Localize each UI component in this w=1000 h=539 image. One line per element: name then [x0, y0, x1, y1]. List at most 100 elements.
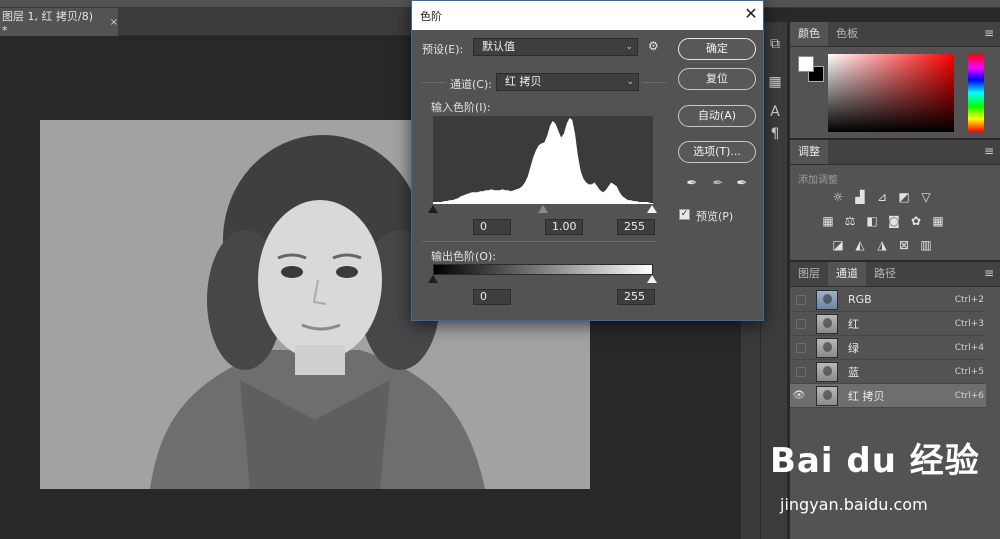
channel-shortcut: Ctrl+3 [954, 318, 984, 329]
output-shadow-slider[interactable] [428, 275, 438, 283]
hue-saturation-icon[interactable]: ▦ [820, 214, 836, 228]
divider [422, 241, 656, 242]
exposure-icon[interactable]: ◩ [896, 190, 912, 204]
threshold-icon[interactable]: ◮ [874, 238, 890, 252]
color-panel-header: 颜色 色板 ≡ [790, 22, 1000, 47]
gray-eyedropper-icon[interactable]: ✒ [710, 176, 726, 192]
panel-menu-icon[interactable]: ≡ [984, 144, 994, 158]
close-icon[interactable]: × [110, 17, 118, 28]
options-button[interactable]: 选项(T)... [678, 141, 756, 163]
input-highlight-field[interactable]: 255 [617, 219, 655, 235]
tab-adjustments[interactable]: 调整 [790, 140, 828, 164]
white-eyedropper-icon[interactable]: ✒ [734, 176, 750, 192]
paragraph-icon[interactable]: ¶ [765, 124, 785, 144]
swatches-icon[interactable]: ▦ [765, 72, 785, 92]
watermark: Bai du 经验 jingyan.baidu.com [760, 425, 1000, 535]
gradient-map-icon[interactable]: ▥ [918, 238, 934, 252]
eye-icon[interactable]: 👁 [790, 384, 808, 408]
color-picker-field[interactable] [828, 54, 954, 132]
output-levels-label: 输出色阶(O): [431, 250, 496, 263]
dialog-title: 色阶 [420, 10, 442, 23]
input-midtone-field[interactable]: 1.00 [545, 219, 583, 235]
input-shadow-slider[interactable] [428, 205, 438, 213]
channel-name: RGB [848, 293, 872, 306]
visibility-toggle[interactable] [790, 312, 808, 336]
output-highlight-field[interactable]: 255 [617, 289, 655, 305]
channel-group-line [642, 82, 666, 83]
reset-button[interactable]: 复位 [678, 68, 756, 90]
preset-select[interactable]: 默认值 ⌄ [473, 38, 638, 56]
channel-name: 蓝 [848, 365, 859, 379]
levels-dialog: 色阶 ✕ 预设(E): 默认值 ⌄ ⚙ 通道(C): 红 拷贝 ⌄ 输入色阶(I… [411, 0, 764, 321]
history-icon[interactable]: ⧉ [765, 34, 785, 54]
add-adjustment-hint: 添加调整 [798, 175, 838, 186]
visibility-toggle[interactable] [790, 360, 808, 384]
histogram-area [433, 118, 653, 204]
chevron-down-icon: ⌄ [625, 42, 633, 52]
channel-group-line [422, 82, 446, 83]
channels-panel-header: 图层 通道 路径 ≡ [790, 262, 1000, 287]
channel-row[interactable]: 绿 Ctrl+4 [790, 336, 986, 360]
input-levels-label: 输入色阶(I): [431, 101, 491, 114]
channel-name: 绿 [848, 341, 859, 355]
document-tab-title: 图层 1, 红 拷贝/8) * [2, 9, 93, 37]
tab-color[interactable]: 颜色 [790, 22, 828, 46]
preset-gear-icon[interactable]: ⚙ [648, 39, 659, 53]
channel-row[interactable]: 蓝 Ctrl+5 [790, 360, 986, 384]
visibility-toggle[interactable] [790, 288, 808, 312]
character-icon[interactable]: A [765, 102, 785, 122]
selective-color-icon[interactable]: ⊠ [896, 238, 912, 252]
adjustments-panel: 调整 ≡ 添加调整 ☼ ▟ ⊿ ◩ ▽ ▦ ⚖ ◧ ◙ ✿ ▦ ◪ ◭ ◮ ⊠ … [790, 140, 1000, 260]
channel-value: 红 拷贝 [505, 75, 542, 88]
vibrance-icon[interactable]: ▽ [918, 190, 934, 204]
visibility-box [796, 366, 806, 377]
channel-name: 红 拷贝 [848, 389, 885, 403]
channel-row[interactable]: 红 Ctrl+3 [790, 312, 986, 336]
output-shadow-field[interactable]: 0 [473, 289, 511, 305]
document-tab[interactable]: 图层 1, 红 拷贝/8) * × [0, 8, 118, 37]
tab-paths[interactable]: 路径 [866, 262, 904, 286]
channel-label: 通道(C): [450, 78, 492, 91]
posterize-icon[interactable]: ◭ [852, 238, 868, 252]
brightness-icon[interactable]: ☼ [830, 190, 846, 204]
panel-menu-icon[interactable]: ≡ [984, 26, 994, 40]
preview-checkbox[interactable]: ✓ [679, 209, 690, 220]
input-shadow-field[interactable]: 0 [473, 219, 511, 235]
output-highlight-slider[interactable] [647, 275, 657, 283]
tab-channels[interactable]: 通道 [828, 262, 866, 286]
visibility-toggle[interactable] [790, 336, 808, 360]
preset-value: 默认值 [482, 40, 515, 53]
color-panel: 颜色 色板 ≡ [790, 22, 1000, 138]
input-midtone-slider[interactable] [538, 205, 548, 213]
invert-icon[interactable]: ◪ [830, 238, 846, 252]
tab-layers[interactable]: 图层 [790, 262, 828, 286]
histogram [433, 116, 653, 204]
channel-shortcut: Ctrl+6 [954, 390, 984, 401]
channel-shortcut: Ctrl+5 [954, 366, 984, 377]
hue-slider[interactable] [968, 54, 984, 132]
color-balance-icon[interactable]: ⚖ [842, 214, 858, 228]
close-icon[interactable]: ✕ [742, 4, 760, 23]
dialog-titlebar[interactable]: 色阶 ✕ [412, 1, 763, 30]
photo-filter-icon[interactable]: ◙ [886, 214, 902, 228]
ok-button[interactable]: 确定 [678, 38, 756, 60]
chevron-down-icon: ⌄ [626, 77, 634, 87]
input-highlight-slider[interactable] [647, 205, 657, 213]
channel-row[interactable]: RGB Ctrl+2 [790, 288, 986, 312]
black-white-icon[interactable]: ◧ [864, 214, 880, 228]
tab-swatches[interactable]: 色板 [828, 22, 866, 46]
channel-thumbnail [816, 361, 838, 382]
visibility-box [796, 342, 806, 353]
panel-menu-icon[interactable]: ≡ [984, 266, 994, 280]
channel-shortcut: Ctrl+4 [954, 342, 984, 353]
color-lookup-icon[interactable]: ▦ [930, 214, 946, 228]
auto-button[interactable]: 自动(A) [678, 105, 756, 127]
foreground-color-swatch[interactable] [798, 56, 814, 72]
channel-thumbnail [816, 289, 838, 310]
curves-icon[interactable]: ⊿ [874, 190, 890, 204]
channel-row[interactable]: 👁 红 拷贝 Ctrl+6 [790, 384, 986, 408]
levels-icon[interactable]: ▟ [852, 190, 868, 204]
black-eyedropper-icon[interactable]: ✒ [684, 176, 700, 192]
channel-mixer-icon[interactable]: ✿ [908, 214, 924, 228]
channel-select[interactable]: 红 拷贝 ⌄ [496, 73, 639, 91]
